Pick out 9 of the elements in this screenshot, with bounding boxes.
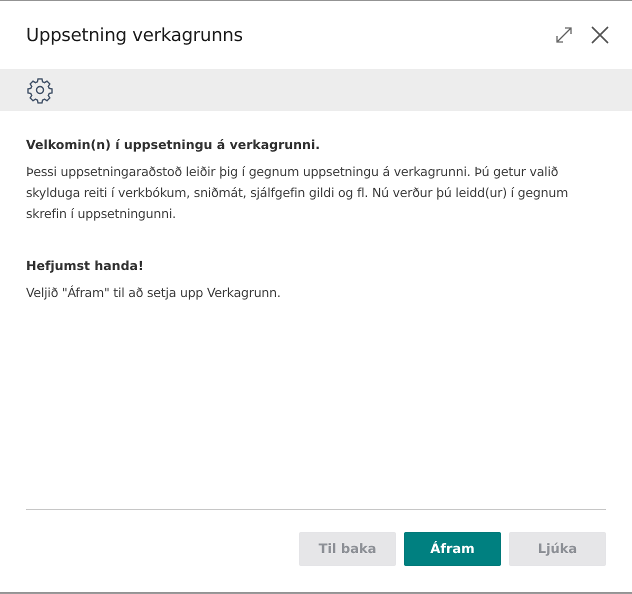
- dialog-title: Uppsetning verkagrunns: [26, 24, 244, 46]
- section-text: Þessi uppsetningaraðstoð leiðir þig í gegnum uppsetningu á verkagrunni. Þú getur valið skylduga reiti í verkbókum, sniðmát, sjálfgefin gildi og fl. Nú verður þú leidd(ur) í gegnum skrefin í uppsetningunni.: [26, 163, 570, 223]
- section-heading: Velkomin(n) í uppsetningu á verkagrunni.: [26, 137, 321, 152]
- section-text: Veljið "Áfram" til að setja upp Verkagrunn.: [26, 284, 282, 302]
- expand-icon[interactable]: [554, 25, 574, 45]
- close-icon[interactable]: [590, 25, 610, 45]
- wizard-button[interactable]: Áfram: [404, 532, 501, 566]
- settings-icon[interactable]: [26, 76, 54, 104]
- section-heading: Hefjumst handa!: [26, 258, 145, 273]
